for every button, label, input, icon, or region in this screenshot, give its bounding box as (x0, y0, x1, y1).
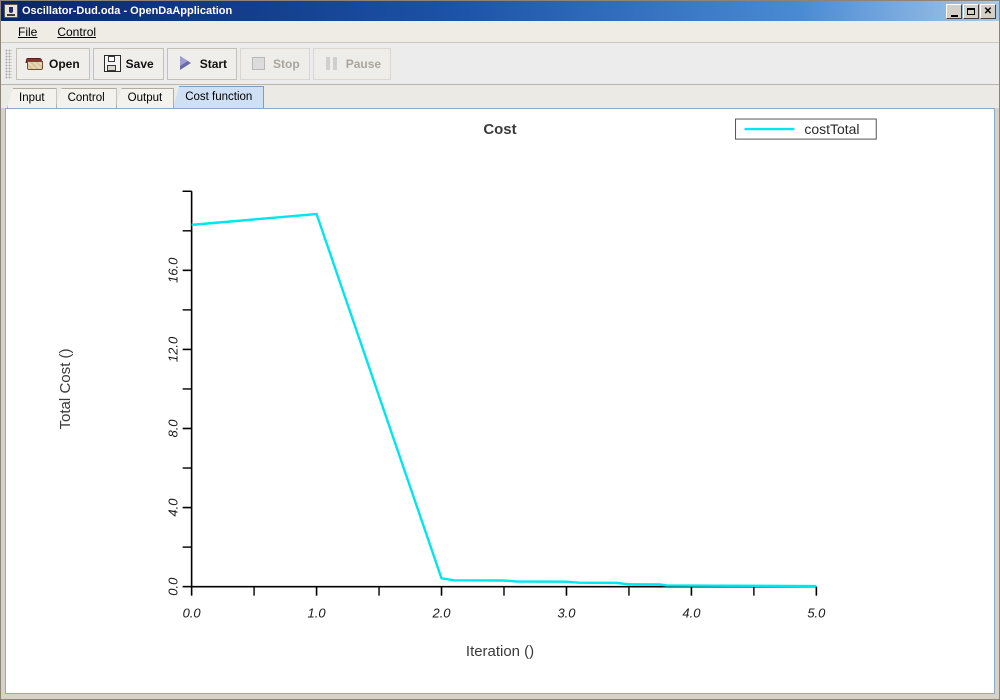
menu-control-label: Control (57, 25, 96, 39)
close-button[interactable]: ✕ (980, 4, 996, 19)
chart-title: Cost (483, 121, 516, 138)
stop-button: Stop (240, 48, 310, 80)
start-button[interactable]: Start (167, 48, 237, 80)
svg-text:4.0: 4.0 (166, 498, 181, 517)
y-axis-title: Total Cost () (57, 348, 74, 429)
svg-text:16.0: 16.0 (166, 257, 181, 283)
tab-control[interactable]: Control (56, 88, 117, 108)
open-button[interactable]: Open (16, 48, 90, 80)
tab-cost-function-label: Cost function (185, 91, 252, 103)
svg-text:0.0: 0.0 (166, 577, 181, 596)
x-axis-title: Iteration () (466, 643, 534, 660)
svg-text:2.0: 2.0 (432, 606, 452, 621)
svg-text:5.0: 5.0 (807, 606, 826, 621)
legend-label-costtotal: costTotal (804, 121, 859, 137)
start-button-label: Start (200, 57, 227, 71)
svg-text:4.0: 4.0 (682, 606, 701, 621)
svg-text:3.0: 3.0 (557, 606, 576, 621)
menu-bar: File Control (1, 21, 999, 43)
stop-square-icon (250, 55, 268, 72)
menu-control[interactable]: Control (48, 23, 105, 41)
save-button-label: Save (126, 57, 154, 71)
tab-strip: Input Control Output Cost function (1, 85, 999, 108)
tab-output-label: Output (128, 92, 163, 104)
folder-open-icon (26, 55, 44, 72)
save-button[interactable]: Save (93, 48, 164, 80)
title-bar: Oscillator-Dud.oda - OpenDaApplication ✕ (1, 1, 999, 21)
open-button-label: Open (49, 57, 80, 71)
java-coffee-cup-icon (4, 4, 18, 18)
series-line-costtotal (192, 214, 817, 586)
tab-output[interactable]: Output (116, 88, 175, 108)
menu-file[interactable]: File (9, 23, 46, 41)
window-controls: ✕ (946, 4, 997, 19)
stop-button-label: Stop (273, 57, 300, 71)
window-title: Oscillator-Dud.oda - OpenDaApplication (22, 5, 946, 17)
tab-input-label: Input (19, 92, 45, 104)
cost-function-panel: Cost costTotal 0.0 1.0 2.0 3.0 4.0 5.0 0.0 4.0 8… (5, 108, 995, 694)
svg-text:0.0: 0.0 (183, 606, 202, 621)
tab-control-label: Control (68, 92, 105, 104)
minimize-button[interactable] (946, 4, 962, 19)
cost-chart: Cost costTotal 0.0 1.0 2.0 3.0 4.0 5.0 0.0 4.0 8… (6, 109, 994, 693)
tab-input[interactable]: Input (7, 88, 57, 108)
chart-legend: costTotal (736, 119, 877, 139)
pause-button: Pause (313, 48, 391, 80)
tool-bar: Open Save Start Stop Pause (1, 43, 999, 85)
svg-text:8.0: 8.0 (166, 419, 181, 438)
chart-axes: 0.0 1.0 2.0 3.0 4.0 5.0 0.0 4.0 8.0 12.0 16.0 (166, 191, 826, 620)
play-triangle-icon (177, 55, 195, 72)
toolbar-drag-handle[interactable] (5, 49, 12, 79)
chart-series (192, 214, 817, 586)
tab-cost-function[interactable]: Cost function (173, 86, 264, 108)
svg-text:12.0: 12.0 (166, 336, 181, 362)
maximize-button[interactable] (963, 4, 979, 19)
pause-button-label: Pause (346, 57, 381, 71)
application-window: Oscillator-Dud.oda - OpenDaApplication ✕… (0, 0, 1000, 700)
pause-bars-icon (323, 55, 341, 72)
menu-file-label: File (18, 25, 37, 39)
floppy-disk-icon (104, 55, 121, 72)
svg-text:1.0: 1.0 (308, 606, 327, 621)
